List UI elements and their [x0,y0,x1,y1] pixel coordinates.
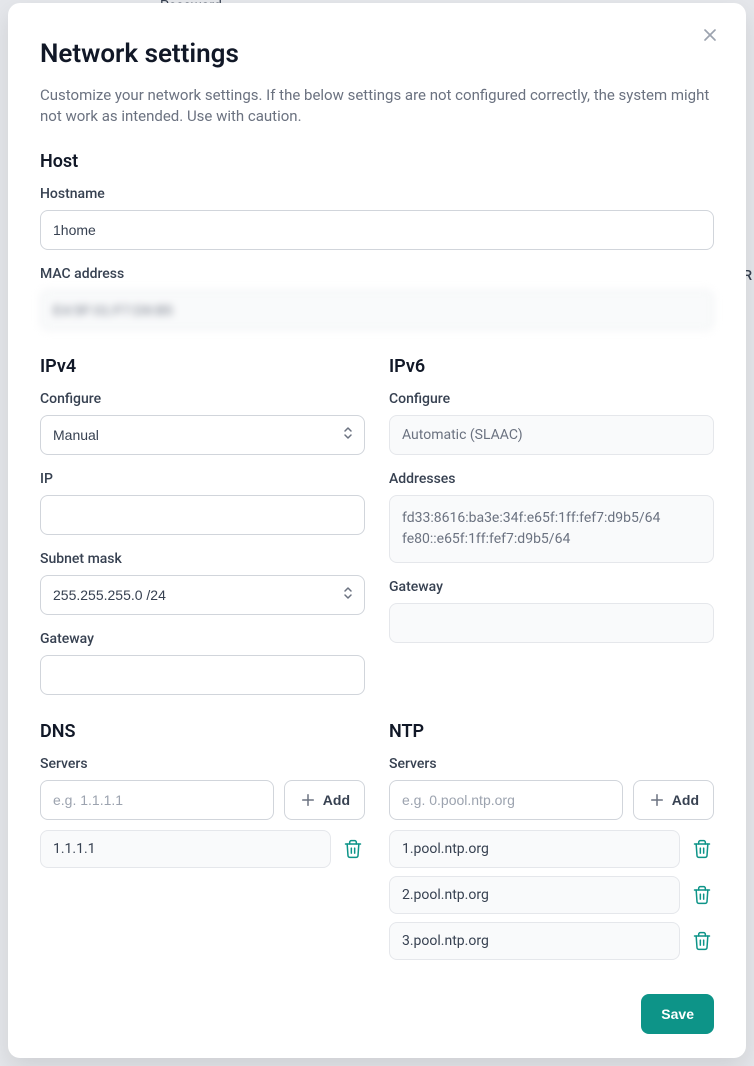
ipv6-gateway-label: Gateway [389,579,714,595]
modal-title: Network settings [40,39,714,69]
dns-add-button[interactable]: Add [284,780,365,820]
ipv6-addresses-label: Addresses [389,471,714,487]
save-button[interactable]: Save [641,994,714,1034]
ipv4-subnet-label: Subnet mask [40,551,365,567]
dns-section: DNS Servers Add 1.1.1.1 [40,721,365,968]
hostname-label: Hostname [40,186,714,202]
close-icon [700,25,720,45]
dns-heading: DNS [40,721,365,742]
ipv4-section: IPv4 Configure IP Subnet mask [40,356,365,695]
trash-icon [692,839,712,859]
plus-icon [648,791,666,809]
ipv6-configure-label: Configure [389,391,714,407]
modal-footer: Save [40,994,714,1034]
dns-server-item: 1.1.1.1 [40,830,365,868]
ipv4-gateway-label: Gateway [40,631,365,647]
ipv4-ip-label: IP [40,471,365,487]
host-heading: Host [40,151,714,172]
dns-server-value: 1.1.1.1 [40,830,331,868]
close-button[interactable] [698,23,722,47]
mac-label: MAC address [40,266,714,282]
ntp-server-item: 1.pool.ntp.org [389,830,714,868]
mac-input [40,290,714,330]
ipv6-address: fe80::e65f:1ff:fef7:d9b5/64 [402,529,701,550]
host-section: Host Hostname MAC address [40,151,714,330]
trash-icon [692,885,712,905]
ipv4-ip-input[interactable] [40,495,365,535]
ntp-delete-button[interactable] [690,883,714,907]
ipv4-heading: IPv4 [40,356,365,377]
ipv6-address: fd33:8616:ba3e:34f:e65f:1ff:fef7:d9b5/64 [402,508,701,529]
ipv6-configure-value: Automatic (SLAAC) [389,415,714,455]
network-settings-modal: Network settings Customize your network … [8,3,746,1058]
ntp-server-value: 1.pool.ntp.org [389,830,680,868]
hostname-input[interactable] [40,210,714,250]
ipv4-configure-select[interactable] [40,415,365,455]
add-label: Add [323,792,350,808]
ntp-server-value: 3.pool.ntp.org [389,922,680,960]
ipv6-heading: IPv6 [389,356,714,377]
ipv6-addresses-box: fd33:8616:ba3e:34f:e65f:1ff:fef7:d9b5/64… [389,495,714,563]
ntp-section: NTP Servers Add 1.pool.ntp.org 2.pool.ntp… [389,721,714,968]
trash-icon [343,839,363,859]
ntp-server-item: 3.pool.ntp.org [389,922,714,960]
ipv4-configure-label: Configure [40,391,365,407]
trash-icon [692,931,712,951]
ntp-heading: NTP [389,721,714,742]
add-label: Add [672,792,699,808]
ipv4-gateway-input[interactable] [40,655,365,695]
ipv4-subnet-select[interactable] [40,575,365,615]
dns-delete-button[interactable] [341,837,365,861]
ntp-servers-label: Servers [389,756,714,772]
ntp-delete-button[interactable] [690,837,714,861]
modal-description: Customize your network settings. If the … [40,85,714,127]
ntp-server-value: 2.pool.ntp.org [389,876,680,914]
ntp-server-input[interactable] [389,780,623,820]
ipv6-section: IPv6 Configure Automatic (SLAAC) Address… [389,356,714,695]
ntp-delete-button[interactable] [690,929,714,953]
ntp-add-button[interactable]: Add [633,780,714,820]
dns-server-input[interactable] [40,780,274,820]
ipv6-gateway-value [389,603,714,643]
dns-servers-label: Servers [40,756,365,772]
plus-icon [299,791,317,809]
ntp-server-item: 2.pool.ntp.org [389,876,714,914]
